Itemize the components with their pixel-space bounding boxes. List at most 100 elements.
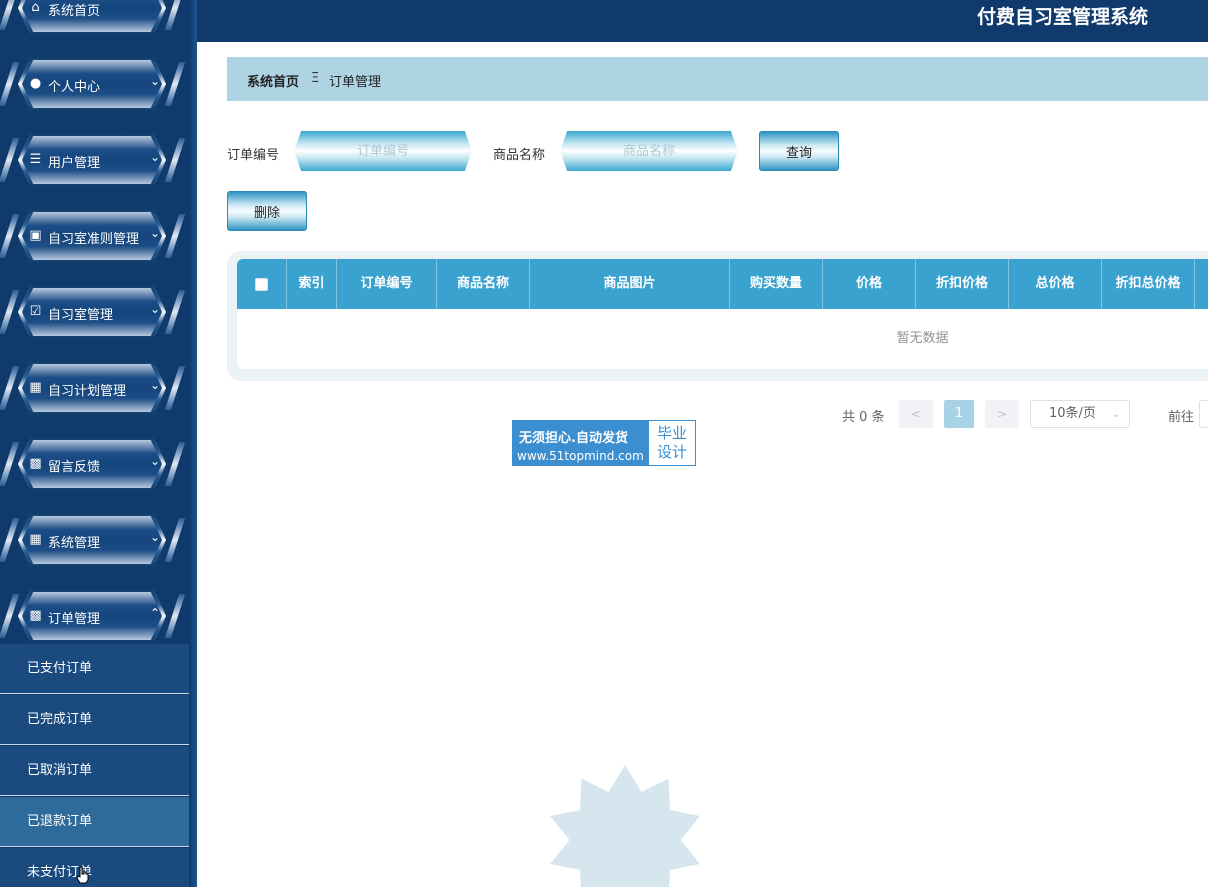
column-header: 价格 (823, 259, 916, 309)
chevron-down-icon: ⌄ (1111, 407, 1121, 420)
monitor-icon: ▩ (29, 608, 42, 623)
sidebar-item-label: 订单管理 (48, 612, 101, 627)
submenu-item-paid-orders[interactable]: 已支付订单 (0, 644, 197, 694)
column-header: 折扣价格 (916, 259, 1009, 309)
sidebar-item-label: 自习室准则管理 (48, 232, 140, 247)
order-no-input[interactable] (294, 131, 472, 171)
top-header: 付费自习室管理系统 (197, 0, 1208, 42)
decor (164, 518, 186, 562)
pagination-next-button[interactable]: > (985, 400, 1019, 428)
decor (0, 214, 20, 258)
home-icon: ⌂ (31, 0, 40, 15)
decor (164, 138, 186, 182)
query-button[interactable]: 查询 (759, 131, 839, 171)
grid-icon: ▦ (29, 532, 42, 547)
column-header: 商品图片 (530, 259, 730, 309)
sidebar-item-label: 个人中心 (48, 80, 101, 95)
sidebar-item-study-room[interactable]: ☑ 自习室管理 ⌄ (0, 284, 190, 340)
empty-text: 暂无数据 (896, 331, 949, 346)
sidebar-item-user-management[interactable]: ☰ 用户管理 ⌄ (0, 132, 190, 188)
decor (0, 366, 20, 410)
page-size-select[interactable]: 10条/页 ⌄ (1030, 400, 1130, 428)
sidebar-item-label: 系统管理 (48, 536, 101, 551)
sidebar: ⌂ 系统首页 ● 个人中心 ⌄ ☰ 用户管理 ⌄ ▣ 自习室准则管理 ⌄ ☑ 自… (0, 0, 197, 887)
submenu-item-cancelled-orders[interactable]: 已取消订单 (0, 746, 197, 796)
page-size-value: 10条/页 (1049, 406, 1096, 421)
empty-state: 暂无数据 (237, 309, 1208, 369)
decor (0, 0, 20, 30)
column-header: 商品名称 (437, 259, 530, 309)
sidebar-item-personal-center[interactable]: ● 个人中心 ⌄ (0, 56, 190, 112)
column-header: 订单编号 (337, 259, 437, 309)
decor (164, 366, 186, 410)
submenu-item-unpaid-orders[interactable]: 未支付订单 (0, 848, 197, 887)
badge-line1: 无须担心.自动发货 (519, 431, 628, 446)
decor (164, 290, 186, 334)
decor (0, 594, 20, 638)
grid-icon: ▦ (29, 380, 42, 395)
app-title: 付费自习室管理系统 (976, 6, 1148, 28)
goto-page-input[interactable] (1199, 400, 1208, 428)
chevron-down-icon: ⌄ (150, 530, 161, 544)
apps-icon: ▩ (29, 456, 42, 471)
chevron-down-icon: ⌄ (150, 150, 161, 164)
sidebar-item-label: 用户管理 (48, 156, 101, 171)
sidebar-item-label: 自习室管理 (48, 308, 114, 323)
decor (164, 62, 186, 106)
sidebar-item-orders[interactable]: ▩ 订单管理 ⌃ (0, 588, 190, 644)
decor (0, 62, 20, 106)
sidebar-item-home[interactable]: ⌂ 系统首页 (0, 0, 190, 36)
sidebar-item-study-plan[interactable]: ▦ 自习计划管理 ⌄ (0, 360, 190, 416)
watermark-badge: 无须担心.自动发货 www.51topmind.com 毕业 设计 (512, 420, 696, 466)
column-header: 折扣总价格 (1102, 259, 1195, 309)
breadcrumb-current: 订单管理 (329, 75, 382, 90)
badge-right: 毕业 设计 (649, 421, 695, 465)
submenu-item-refunded-orders[interactable]: 已退款订单 (0, 797, 197, 847)
decor (0, 290, 20, 334)
badge-right-line2: 设计 (656, 443, 687, 461)
pagination-page-1[interactable]: 1 (944, 400, 974, 428)
breadcrumb-home[interactable]: 系统首页 (247, 71, 299, 90)
select-all-cell (237, 259, 287, 309)
decor (164, 214, 186, 258)
submenu-item-completed-orders[interactable]: 已完成订单 (0, 695, 197, 745)
badge-line2: www.51topmind.com (517, 449, 644, 463)
decorative-star (550, 765, 700, 887)
hand-cursor-icon (76, 866, 89, 884)
goto-label: 前往 (1168, 410, 1195, 425)
chevron-down-icon: ⌄ (150, 302, 161, 316)
column-header: 索引 (287, 259, 337, 309)
pagination-total: 共 0 条 (842, 410, 885, 425)
sidebar-item-feedback[interactable]: ▩ 留言反馈 ⌄ (0, 436, 190, 492)
chevron-down-icon: ⌄ (150, 454, 161, 468)
pagination-prev-button[interactable]: < (899, 400, 933, 428)
chevron-up-icon: ⌃ (150, 606, 161, 620)
decor (0, 138, 20, 182)
decor (164, 442, 186, 486)
table-container: 索引 订单编号 商品名称 商品图片 购买数量 价格 折扣价格 总价格 折扣总价格… (227, 251, 1208, 381)
badge-left: 无须担心.自动发货 www.51topmind.com (513, 421, 649, 465)
sidebar-item-rules[interactable]: ▣ 自习室准则管理 ⌄ (0, 208, 190, 264)
decor (0, 518, 20, 562)
product-name-label: 商品名称 (493, 148, 546, 163)
decor (0, 442, 20, 486)
product-name-input[interactable] (560, 131, 738, 171)
sidebar-item-label: 自习计划管理 (48, 384, 127, 399)
column-header: 总价格 (1009, 259, 1102, 309)
wallet-icon: ▣ (29, 228, 42, 243)
column-header: 购买数量 (730, 259, 823, 309)
breadcrumb-separator: Ξ (311, 71, 320, 86)
breadcrumb: 系统首页 Ξ 订单管理 (227, 57, 1208, 101)
data-table: 索引 订单编号 商品名称 商品图片 购买数量 价格 折扣价格 总价格 折扣总价格… (237, 259, 1208, 369)
table-header: 索引 订单编号 商品名称 商品图片 购买数量 价格 折扣价格 总价格 折扣总价格 (237, 259, 1208, 309)
select-all-checkbox[interactable] (255, 278, 268, 291)
chevron-down-icon: ⌄ (150, 378, 161, 392)
clipboard-icon: ☑ (29, 304, 42, 319)
sidebar-item-system[interactable]: ▦ 系统管理 ⌄ (0, 512, 190, 568)
decor (164, 594, 186, 638)
order-no-label: 订单编号 (227, 148, 280, 163)
delete-button[interactable]: 删除 (227, 191, 307, 231)
sidebar-item-label: 留言反馈 (48, 460, 101, 475)
chevron-down-icon: ⌄ (150, 74, 161, 88)
decor (164, 0, 186, 30)
